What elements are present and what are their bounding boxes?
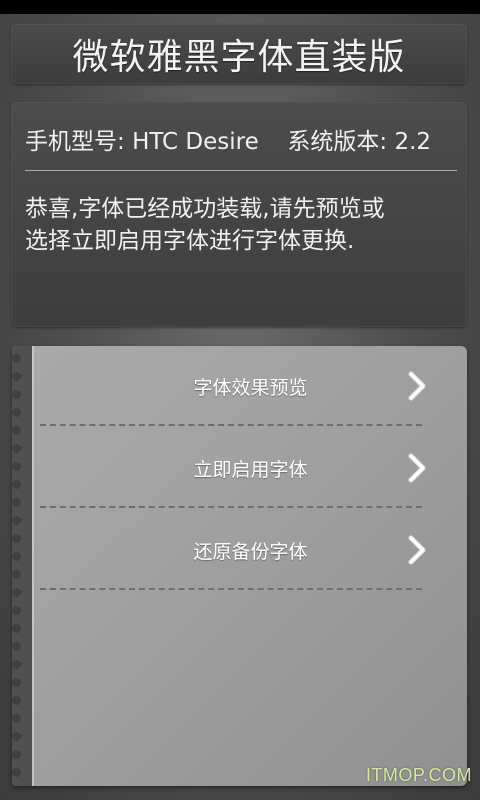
status-message-line-2: 选择立即启用字体进行字体更换. [25,228,355,254]
binding-hole [12,696,21,705]
model-label: 手机型号: [25,129,125,155]
binding-hole [12,552,21,561]
binding-hole [12,570,21,579]
binding-hole [12,390,21,399]
chevron-right-icon [408,535,426,565]
menu-notebook: 字体效果预览 立即启用字体 还原备份字体 [12,346,467,786]
version-label: 系统版本: [287,129,388,155]
info-divider [25,170,457,171]
status-message-line-1: 恭喜,字体已经成功装载,请先预览或 [25,196,385,222]
restore-backup-font-button[interactable]: 还原备份字体 [34,510,467,592]
device-info-panel: 手机型号: HTC Desire 系统版本: 2.2 恭喜,字体已经成功装载,请… [11,102,467,327]
binding-hole [12,588,21,597]
binding-hole [12,372,21,381]
binding-hole [12,444,21,453]
chevron-right-icon [408,371,426,401]
binding-hole [12,732,21,741]
model-value: HTC Desire [132,129,259,155]
binding-hole [12,516,21,525]
binding-hole [12,750,21,759]
binding-hole [12,768,21,777]
chevron-right-icon [408,453,426,483]
binding-hole [12,678,21,687]
binding-hole [12,354,21,363]
binding-hole [12,498,21,507]
title-bar: 微软雅黑字体直装版 [11,24,467,84]
version-value: 2.2 [394,129,432,155]
status-bar [0,0,480,14]
binding-hole [12,606,21,615]
binding-hole [12,624,21,633]
binding-hole [12,642,21,651]
menu-divider [40,588,422,590]
status-message: 恭喜,字体已经成功装载,请先预览或 选择立即启用字体进行字体更换. [25,193,457,257]
device-info-line: 手机型号: HTC Desire 系统版本: 2.2 [25,122,455,156]
binding-hole [12,714,21,723]
binding-hole [12,462,21,471]
preview-font-button[interactable]: 字体效果预览 [34,346,467,428]
binding-hole [12,426,21,435]
binding-hole [12,660,21,669]
menu-item-label: 还原备份字体 [193,541,308,563]
menu-item-label: 字体效果预览 [193,377,308,399]
binding-hole [12,408,21,417]
notebook-binding [12,346,32,786]
menu-item-label: 立即启用字体 [193,459,308,481]
watermark: ITMOP.COM [365,765,472,785]
app-title: 微软雅黑字体直装版 [72,37,406,78]
binding-hole [12,480,21,489]
apply-font-button[interactable]: 立即启用字体 [34,428,467,510]
menu-divider [40,506,422,508]
binding-hole [12,534,21,543]
menu-divider [40,424,422,426]
